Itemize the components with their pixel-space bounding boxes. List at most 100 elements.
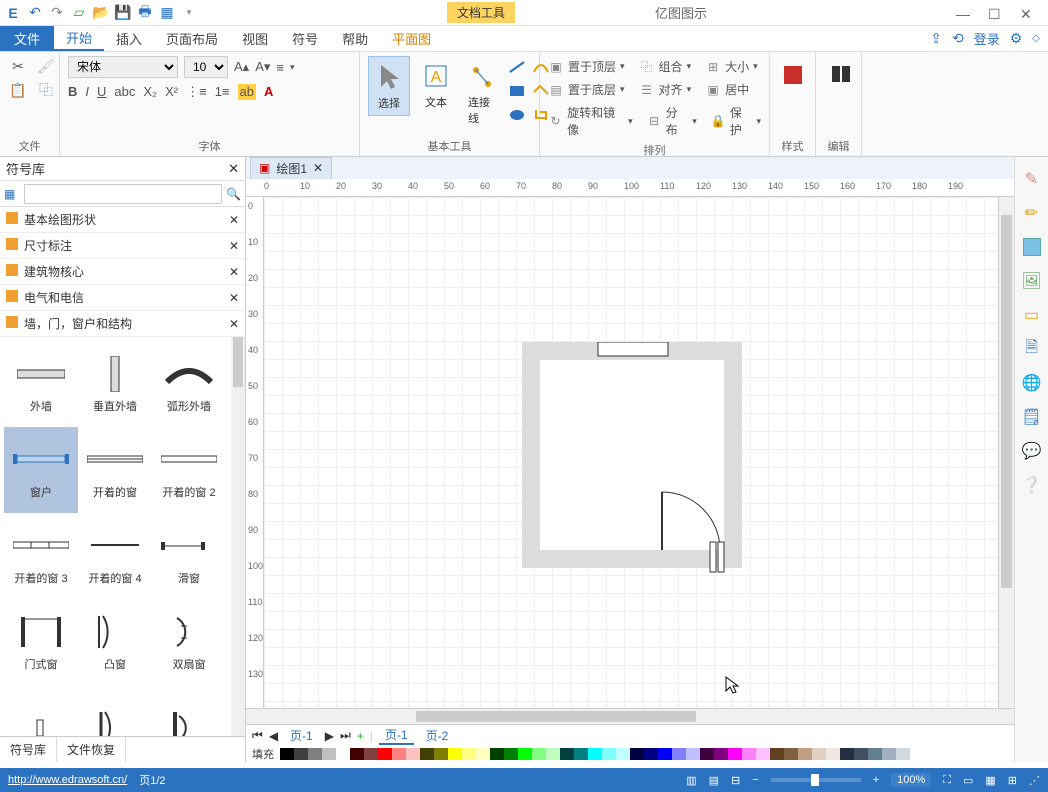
color-swatch[interactable] (434, 748, 448, 760)
category-electrical[interactable]: 电气和电信✕ (0, 285, 245, 311)
minimize-icon[interactable]: — (956, 6, 970, 20)
color-swatch[interactable] (770, 748, 784, 760)
help-icon[interactable]: ❔ (1020, 473, 1044, 497)
color-swatch[interactable] (686, 748, 700, 760)
color-swatch[interactable] (392, 748, 406, 760)
zoom-in-icon[interactable]: + (873, 774, 879, 786)
color-swatch[interactable] (644, 748, 658, 760)
color-swatch[interactable] (280, 748, 294, 760)
floorplan-drawing[interactable] (522, 342, 752, 582)
shape-open-window-4[interactable]: 开着的窗 4 (78, 513, 152, 599)
color-swatch[interactable] (672, 748, 686, 760)
category-walls[interactable]: 墙，门，窗户和结构✕ (0, 311, 245, 337)
line-tool-icon[interactable] (508, 60, 526, 74)
view-mode-2-icon[interactable]: ▤ (709, 774, 719, 787)
align-dropdown-icon[interactable]: ▾ (290, 62, 295, 73)
color-swatch[interactable] (364, 748, 378, 760)
logo-icon[interactable]: E (4, 4, 22, 22)
copy-icon[interactable]: ⿻ (36, 80, 56, 100)
print-icon[interactable]: 🖶 (136, 4, 154, 22)
shape-open-window-2[interactable]: 开着的窗 2 (152, 427, 226, 513)
resize-handle-icon[interactable]: ⋰ (1029, 774, 1040, 787)
color-swatch[interactable] (728, 748, 742, 760)
color-swatch[interactable] (700, 748, 714, 760)
tab-view[interactable]: 视图 (230, 26, 280, 51)
color-swatch[interactable] (826, 748, 840, 760)
distribute-button[interactable]: ⊟分布▾ (647, 102, 697, 140)
layers-icon[interactable]: ▭ (1020, 303, 1044, 327)
fit-width-icon[interactable]: ▭ (963, 774, 973, 787)
color-swatch[interactable] (798, 748, 812, 760)
undo-icon[interactable]: ↶ (26, 4, 44, 22)
page-tab-2[interactable]: 页-2 (420, 727, 455, 744)
align-button[interactable]: ☰对齐▾ (639, 79, 692, 100)
canvas-horizontal-scrollbar[interactable] (246, 708, 1014, 724)
zoom-out-icon[interactable]: − (752, 774, 758, 786)
category-dimension[interactable]: 尺寸标注✕ (0, 233, 245, 259)
comment-icon[interactable]: 💬 (1020, 439, 1044, 463)
view-mode-1-icon[interactable]: ▥ (686, 774, 696, 787)
category-building-core[interactable]: 建筑物核心✕ (0, 259, 245, 285)
color-swatch[interactable] (756, 748, 770, 760)
shape-door-window[interactable]: 门式窗 (4, 599, 78, 685)
numbering-icon[interactable]: 1≡ (215, 84, 230, 100)
page-tab-1a[interactable]: 页-1 (284, 727, 319, 744)
page-last-icon[interactable]: ⏭ (340, 728, 351, 743)
search-icon[interactable]: 🔍 (226, 187, 241, 201)
tab-insert[interactable]: 插入 (104, 26, 154, 51)
export-icon[interactable]: ▦ (158, 4, 176, 22)
close-icon[interactable]: ✕ (1020, 6, 1034, 20)
color-swatch[interactable] (308, 748, 322, 760)
tab-help[interactable]: 帮助 (330, 26, 380, 51)
align-left-icon[interactable]: ≡ (276, 60, 284, 75)
qat-dropdown-icon[interactable]: ▾ (180, 4, 198, 22)
note-icon[interactable]: 🗒 (1020, 405, 1044, 429)
shapes-scrollbar[interactable] (231, 337, 245, 736)
color-swatch[interactable] (812, 748, 826, 760)
underline-icon[interactable]: U (97, 84, 106, 100)
page-tab-1b[interactable]: 页-1 (379, 726, 414, 745)
color-swatch[interactable] (476, 748, 490, 760)
color-swatch[interactable] (714, 748, 728, 760)
color-swatch[interactable] (518, 748, 532, 760)
rotate-button[interactable]: ↻旋转和镜像▾ (548, 102, 633, 140)
image-tool-icon[interactable]: 🖼 (1020, 269, 1044, 293)
select-tool-button[interactable]: 选择 (368, 56, 410, 116)
doc-tab-1[interactable]: ▣绘图1✕ (250, 157, 332, 180)
bullet-icon[interactable]: ⋮≡ (186, 84, 207, 100)
color-swatch[interactable] (378, 748, 392, 760)
add-page-icon[interactable]: + (357, 729, 364, 743)
color-swatch[interactable] (588, 748, 602, 760)
color-swatch[interactable] (658, 748, 672, 760)
font-color-icon[interactable]: A (264, 84, 273, 100)
find-button[interactable] (820, 56, 858, 94)
format-painter-icon[interactable]: 🖌 (36, 56, 56, 76)
rect-tool-icon[interactable] (508, 84, 526, 98)
color-swatch[interactable] (882, 748, 896, 760)
font-size-select[interactable]: 10 (184, 56, 228, 78)
globe-icon[interactable]: 🌐 (1020, 371, 1044, 395)
style-button[interactable] (774, 56, 812, 94)
send-back-button[interactable]: ▤置于底层▾ (548, 79, 625, 100)
highlight-icon[interactable]: ab (238, 84, 256, 100)
subscript-icon[interactable]: X₂ (143, 84, 157, 100)
view-mode-3-icon[interactable]: ⊟ (731, 774, 740, 787)
drawing-canvas[interactable] (264, 197, 998, 708)
footer-tab-library[interactable]: 符号库 (0, 737, 57, 762)
color-swatch[interactable] (560, 748, 574, 760)
color-swatch[interactable] (616, 748, 630, 760)
color-swatch[interactable] (294, 748, 308, 760)
strike-icon[interactable]: abc (114, 84, 135, 100)
shape-open-window[interactable]: 开着的窗 (78, 427, 152, 513)
color-swatch[interactable] (784, 748, 798, 760)
close-doc-icon[interactable]: ✕ (313, 161, 323, 175)
cut-icon[interactable]: ✂ (8, 56, 28, 76)
grid-icon[interactable]: ▦ (985, 774, 995, 787)
close-panel-icon[interactable]: ✕ (228, 161, 239, 177)
color-swatch[interactable] (840, 748, 854, 760)
shape-open-window-3[interactable]: 开着的窗 3 (4, 513, 78, 599)
italic-icon[interactable]: I (85, 84, 89, 100)
settings-icon[interactable]: ⚙ (1010, 30, 1023, 47)
library-tree-icon[interactable]: ▦ (4, 187, 20, 201)
font-name-select[interactable]: 宋体 (68, 56, 178, 78)
